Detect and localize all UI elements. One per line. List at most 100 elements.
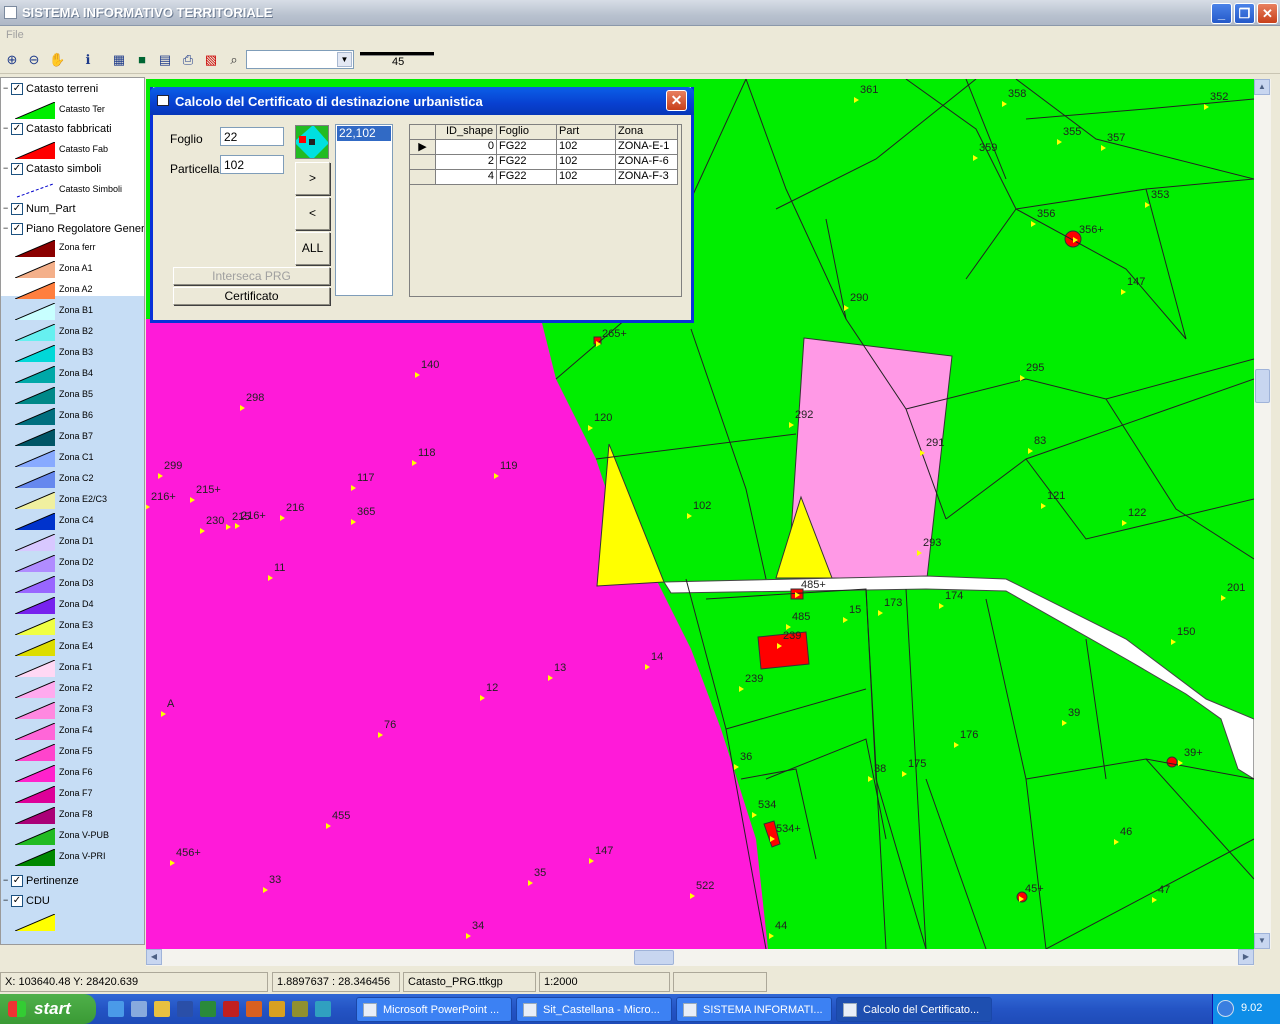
legend-group[interactable]: − ✓ Catasto terreni (1, 80, 144, 98)
search-icon[interactable] (315, 1001, 331, 1017)
grid-cell-id[interactable]: 0 (436, 140, 497, 155)
grid-header-foglio[interactable]: Foglio (497, 125, 557, 140)
add-button[interactable]: > (295, 162, 330, 195)
grid-row-marker[interactable] (410, 170, 436, 185)
parcel-number: 33 (269, 874, 282, 886)
tray-arrow-icon[interactable] (1217, 1000, 1234, 1017)
legend-swatch (15, 408, 55, 425)
layer-checkbox[interactable]: ✓ (11, 875, 23, 887)
all-button[interactable]: ALL (295, 232, 330, 265)
powerpoint-icon[interactable] (246, 1001, 262, 1017)
legend-group[interactable]: − ✓ CDU (1, 892, 144, 910)
taskbar-item[interactable]: Calcolo del Certificato... (836, 997, 992, 1022)
layer-icon[interactable]: ■ (134, 52, 150, 68)
collapse-icon[interactable]: − (3, 224, 8, 233)
layer-checkbox[interactable]: ✓ (11, 895, 23, 907)
grid-cell-part[interactable]: 102 (557, 170, 616, 185)
minimize-button[interactable]: _ (1211, 3, 1232, 24)
grid-row-marker[interactable] (410, 155, 436, 170)
selection-list[interactable]: 22,102 (335, 124, 393, 296)
taskbar-item-label: Microsoft PowerPoint ... (383, 1004, 500, 1016)
close-button[interactable]: ✕ (1257, 3, 1278, 24)
taskbar-item[interactable]: Sit_Castellana - Micro... (516, 997, 672, 1022)
legend-group[interactable]: −✓Piano Regolatore Generale (1, 220, 144, 238)
grid-cell-foglio[interactable]: FG22 (497, 155, 557, 170)
desktop-icon[interactable] (131, 1001, 147, 1017)
acrobat-icon[interactable] (223, 1001, 239, 1017)
certificato-button[interactable]: Certificato (173, 287, 330, 305)
taskbar-item[interactable]: Microsoft PowerPoint ... (356, 997, 512, 1022)
zone-grid[interactable]: ID_shape Foglio Part Zona ▶ 0 FG22 102 ZONA-… (409, 124, 682, 297)
grid-cell-zona[interactable]: ZONA-F-6 (616, 155, 678, 170)
collapse-icon[interactable]: − (3, 896, 8, 905)
zoom-in-icon[interactable]: ⊕ (4, 52, 20, 68)
vertical-scroll-thumb[interactable] (1255, 369, 1270, 403)
layer-checkbox[interactable]: ✓ (11, 223, 23, 235)
print-icon[interactable]: ⎙ (180, 52, 196, 68)
parcel-number: 216+ (151, 491, 176, 503)
collapse-icon[interactable]: − (3, 124, 8, 133)
outlook-icon[interactable] (154, 1001, 170, 1017)
layer-checkbox[interactable]: ✓ (11, 203, 23, 215)
parcel-point-icon (1204, 104, 1209, 110)
query-icon[interactable]: ⌕ (226, 52, 242, 68)
scroll-up-button[interactable]: ▲ (1254, 79, 1270, 95)
start-button[interactable]: start (0, 994, 96, 1024)
collapse-icon[interactable]: − (3, 876, 8, 885)
grid-cell-foglio[interactable]: FG22 (497, 170, 557, 185)
grid-cell-foglio[interactable]: FG22 (497, 140, 557, 155)
pan-hand-icon[interactable]: ✋ (49, 52, 65, 68)
full-extent-icon[interactable]: ▦ (111, 52, 127, 68)
legend-group[interactable]: − ✓ Pertinenze (1, 872, 144, 890)
maximize-button[interactable]: ❐ (1234, 3, 1255, 24)
legend-item-label: Zona B1 (59, 305, 94, 315)
legend-group[interactable]: − ✓ Catasto simboli (1, 160, 144, 178)
remove-button[interactable]: < (295, 197, 330, 230)
collapse-icon[interactable]: − (3, 84, 8, 93)
grid-cell-zona[interactable]: ZONA-F-3 (616, 170, 678, 185)
grid-cell-zona[interactable]: ZONA-E-1 (616, 140, 678, 155)
grid-cell-id[interactable]: 2 (436, 155, 497, 170)
legend-group[interactable]: − ✓ Catasto fabbricati (1, 120, 144, 138)
app-icon-2[interactable] (292, 1001, 308, 1017)
dialog-close-button[interactable]: ✕ (666, 90, 687, 111)
legend-swatch (15, 492, 55, 509)
particella-input[interactable]: 102 (220, 155, 284, 174)
taskbar-item[interactable]: SISTEMA INFORMATI... (676, 997, 832, 1022)
layer-checkbox[interactable]: ✓ (11, 123, 23, 135)
layer-checkbox[interactable]: ✓ (11, 83, 23, 95)
word-icon[interactable] (177, 1001, 193, 1017)
horizontal-scrollbar[interactable]: ◀ ▶ (146, 949, 1254, 966)
map-select-icon[interactable] (295, 125, 329, 159)
table-icon[interactable]: ▤ (157, 52, 173, 68)
grid-header-part[interactable]: Part (557, 125, 616, 140)
layer-combo[interactable]: ▼ (246, 50, 354, 69)
select-icon[interactable]: ▧ (203, 52, 219, 68)
info-icon[interactable]: ℹ (80, 52, 96, 68)
excel-icon[interactable] (200, 1001, 216, 1017)
ie-icon[interactable] (108, 1001, 124, 1017)
zoom-out-icon[interactable]: ⊖ (26, 52, 42, 68)
horizontal-scroll-thumb[interactable] (634, 950, 674, 965)
collapse-icon[interactable]: − (3, 204, 8, 213)
grid-header-zona[interactable]: Zona (616, 125, 678, 140)
vertical-scrollbar[interactable]: ▲ ▼ (1254, 79, 1271, 949)
grid-cell-part[interactable]: 102 (557, 155, 616, 170)
chevron-down-icon[interactable]: ▼ (337, 52, 352, 67)
status-geo: 1.8897637 : 28.346456 (272, 972, 400, 992)
scroll-down-button[interactable]: ▼ (1254, 933, 1270, 949)
grid-cell-id[interactable]: 4 (436, 170, 497, 185)
scroll-left-button[interactable]: ◀ (146, 949, 162, 965)
legend-group[interactable]: − ✓ Num_Part (1, 200, 144, 218)
layer-checkbox[interactable]: ✓ (11, 163, 23, 175)
grid-header-id[interactable]: ID_shape (436, 125, 497, 140)
grid-cell-part[interactable]: 102 (557, 140, 616, 155)
grid-row-marker[interactable]: ▶ (410, 140, 436, 155)
collapse-icon[interactable]: − (3, 164, 8, 173)
list-item[interactable]: 22,102 (337, 126, 391, 141)
scroll-right-button[interactable]: ▶ (1238, 949, 1254, 965)
app-icon-1[interactable] (269, 1001, 285, 1017)
foglio-input[interactable]: 22 (220, 127, 284, 146)
interseca-prg-button[interactable]: Interseca PRG (173, 267, 330, 285)
menu-file[interactable]: File (6, 29, 24, 41)
